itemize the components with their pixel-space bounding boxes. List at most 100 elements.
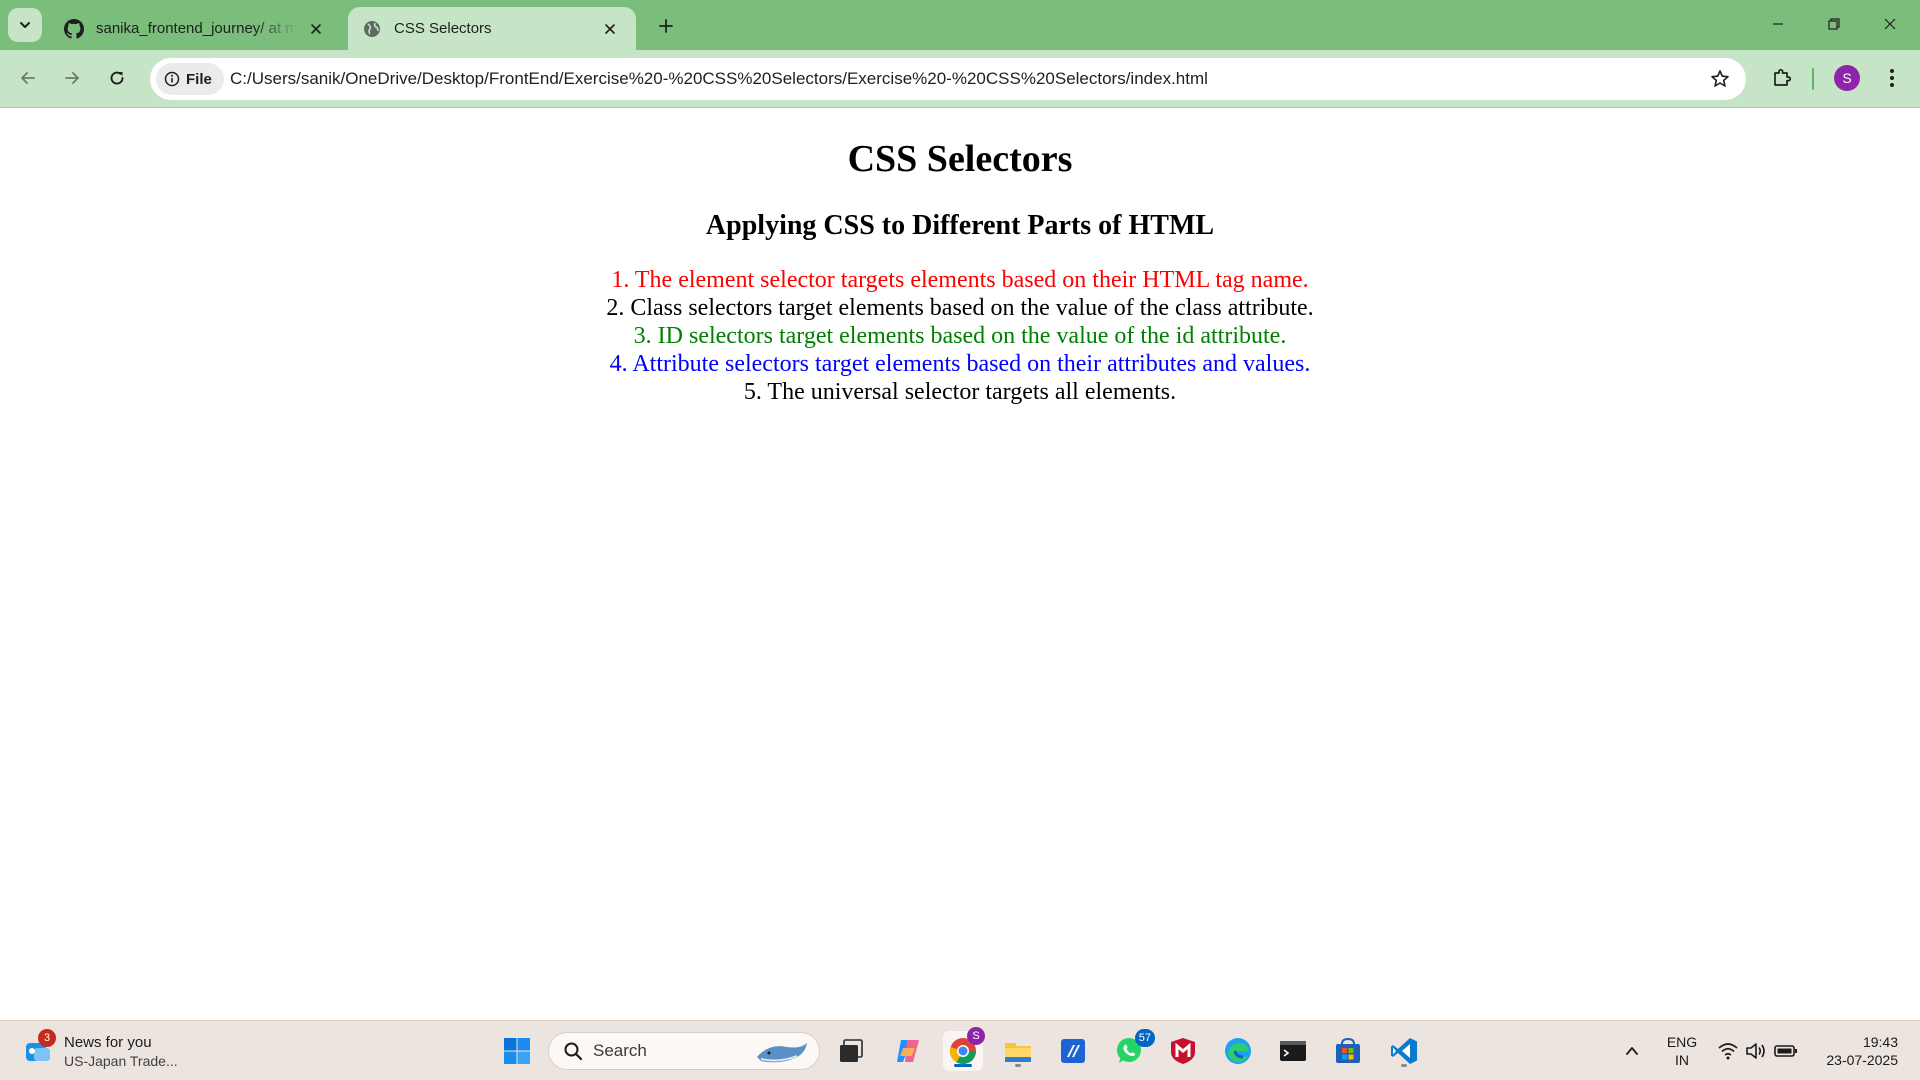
whatsapp-badge: 57 (1134, 1029, 1155, 1047)
github-icon (64, 18, 84, 39)
page-title: CSS Selectors (847, 138, 1073, 180)
star-icon (1711, 70, 1729, 87)
tab-css-selectors[interactable]: CSS Selectors (348, 7, 636, 50)
volume-icon (1746, 1043, 1765, 1059)
info-icon (164, 71, 180, 87)
toolbar-divider (1812, 68, 1814, 90)
tab-strip: sanika_frontend_journey/ at main CSS Sel… (0, 0, 1920, 50)
more-vertical-icon (1890, 69, 1894, 87)
task-view-button[interactable] (831, 1031, 871, 1071)
running-indicator (1015, 1064, 1021, 1067)
volume-button[interactable] (1744, 1039, 1768, 1063)
start-button[interactable] (497, 1031, 537, 1071)
whale-illustration-icon (757, 1043, 807, 1063)
sticky-app-button[interactable] (1053, 1031, 1093, 1071)
taskbar: 3 News for you US-Japan Trade... Search … (0, 1020, 1920, 1080)
selector-list: 1. The element selector targets elements… (0, 266, 1920, 406)
language-code: ENG (1666, 1034, 1698, 1050)
minimize-button[interactable] (1756, 4, 1800, 44)
minimize-icon (1773, 23, 1783, 25)
file-explorer-button[interactable] (998, 1031, 1038, 1071)
news-widget[interactable]: 3 News for you US-Japan Trade... (22, 1029, 178, 1073)
close-window-button[interactable] (1868, 4, 1912, 44)
battery-button[interactable] (1774, 1039, 1798, 1063)
wifi-button[interactable] (1716, 1039, 1740, 1063)
news-icon: 3 (22, 1029, 56, 1067)
restore-button[interactable] (1812, 4, 1856, 44)
chip-label: File (186, 70, 212, 88)
profile-avatar[interactable]: S (1834, 65, 1860, 91)
news-subtitle: US-Japan Trade... (64, 1053, 178, 1069)
plus-icon (659, 19, 673, 33)
copilot-icon (897, 1040, 919, 1062)
taskbar-search[interactable]: Search (548, 1032, 820, 1070)
language-indicator[interactable]: ENG IN (1662, 1033, 1702, 1069)
terminal-icon (1280, 1041, 1306, 1061)
tab-title: sanika_frontend_journey/ at main (96, 20, 298, 37)
task-view-icon (840, 1039, 863, 1062)
address-bar[interactable]: File C:/Users/sanik/OneDrive/Desktop/Fro… (150, 58, 1746, 100)
sticky-app-icon (1061, 1039, 1085, 1063)
news-title: News for you (64, 1034, 152, 1051)
tab-github[interactable]: sanika_frontend_journey/ at main (50, 7, 342, 50)
whatsapp-button[interactable]: 57 (1109, 1029, 1155, 1071)
news-badge: 3 (38, 1029, 56, 1047)
search-label: Search (593, 1041, 647, 1060)
store-icon (1336, 1037, 1360, 1063)
list-item: 3. ID selectors target elements based on… (633, 323, 1287, 349)
show-hidden-icons-button[interactable] (1620, 1039, 1644, 1063)
chrome-taskbar-button[interactable]: S (943, 1027, 985, 1071)
arrow-right-icon (65, 72, 79, 84)
list-item: 4. Attribute selectors target elements b… (609, 351, 1311, 377)
chrome-profile-badge: S (967, 1027, 985, 1045)
extensions-button[interactable] (1766, 62, 1798, 94)
clock-date: 23-07-2025 (1826, 1052, 1898, 1068)
close-icon (1884, 18, 1896, 30)
store-button[interactable] (1328, 1031, 1368, 1071)
clock[interactable]: 19:43 23-07-2025 (1810, 1033, 1898, 1069)
browser-toolbar: File C:/Users/sanik/OneDrive/Desktop/Fro… (0, 50, 1920, 108)
copilot-button[interactable] (888, 1031, 928, 1071)
url-text[interactable]: C:/Users/sanik/OneDrive/Desktop/FrontEnd… (230, 58, 1208, 100)
new-tab-button[interactable] (652, 12, 680, 40)
mcafee-icon (1171, 1038, 1195, 1064)
forward-button[interactable] (56, 62, 88, 94)
list-item: 2. Class selectors target elements based… (606, 295, 1314, 321)
page-subtitle: Applying CSS to Different Parts of HTML (705, 210, 1215, 241)
tab-title: CSS Selectors (394, 20, 492, 37)
reload-button[interactable] (101, 62, 133, 94)
arrow-left-icon (21, 72, 35, 84)
list-item: 5. The universal selector targets all el… (743, 379, 1177, 405)
wifi-icon (1718, 1043, 1738, 1060)
running-indicator (954, 1064, 972, 1067)
vscode-button[interactable] (1384, 1031, 1424, 1071)
reload-icon (110, 71, 124, 85)
close-icon (605, 23, 615, 34)
search-icon (564, 1042, 583, 1061)
tab-search-button[interactable] (8, 8, 42, 42)
running-indicator (1401, 1064, 1407, 1067)
menu-button[interactable] (1876, 62, 1908, 94)
puzzle-icon (1774, 68, 1792, 86)
chevron-up-icon (1626, 1047, 1638, 1055)
bookmark-button[interactable] (1708, 67, 1732, 91)
close-icon (311, 23, 321, 34)
battery-icon (1774, 1045, 1797, 1057)
clock-time: 19:43 (1862, 1034, 1898, 1050)
back-button[interactable] (12, 62, 44, 94)
terminal-button[interactable] (1273, 1031, 1313, 1071)
restore-icon (1828, 18, 1840, 30)
folder-icon (1005, 1043, 1031, 1062)
tab-close-button[interactable] (304, 17, 328, 41)
edge-icon (1225, 1038, 1251, 1064)
site-info-chip[interactable]: File (156, 63, 224, 95)
tab-close-button[interactable] (598, 17, 622, 41)
globe-icon (364, 20, 380, 37)
chevron-down-icon (20, 22, 30, 28)
edge-button[interactable] (1218, 1031, 1258, 1071)
web-page: CSS Selectors Applying CSS to Different … (0, 108, 1920, 1020)
language-region: IN (1675, 1052, 1689, 1068)
list-item: 1. The element selector targets elements… (611, 267, 1309, 293)
mcafee-button[interactable] (1163, 1031, 1203, 1071)
start-icon (504, 1038, 530, 1064)
